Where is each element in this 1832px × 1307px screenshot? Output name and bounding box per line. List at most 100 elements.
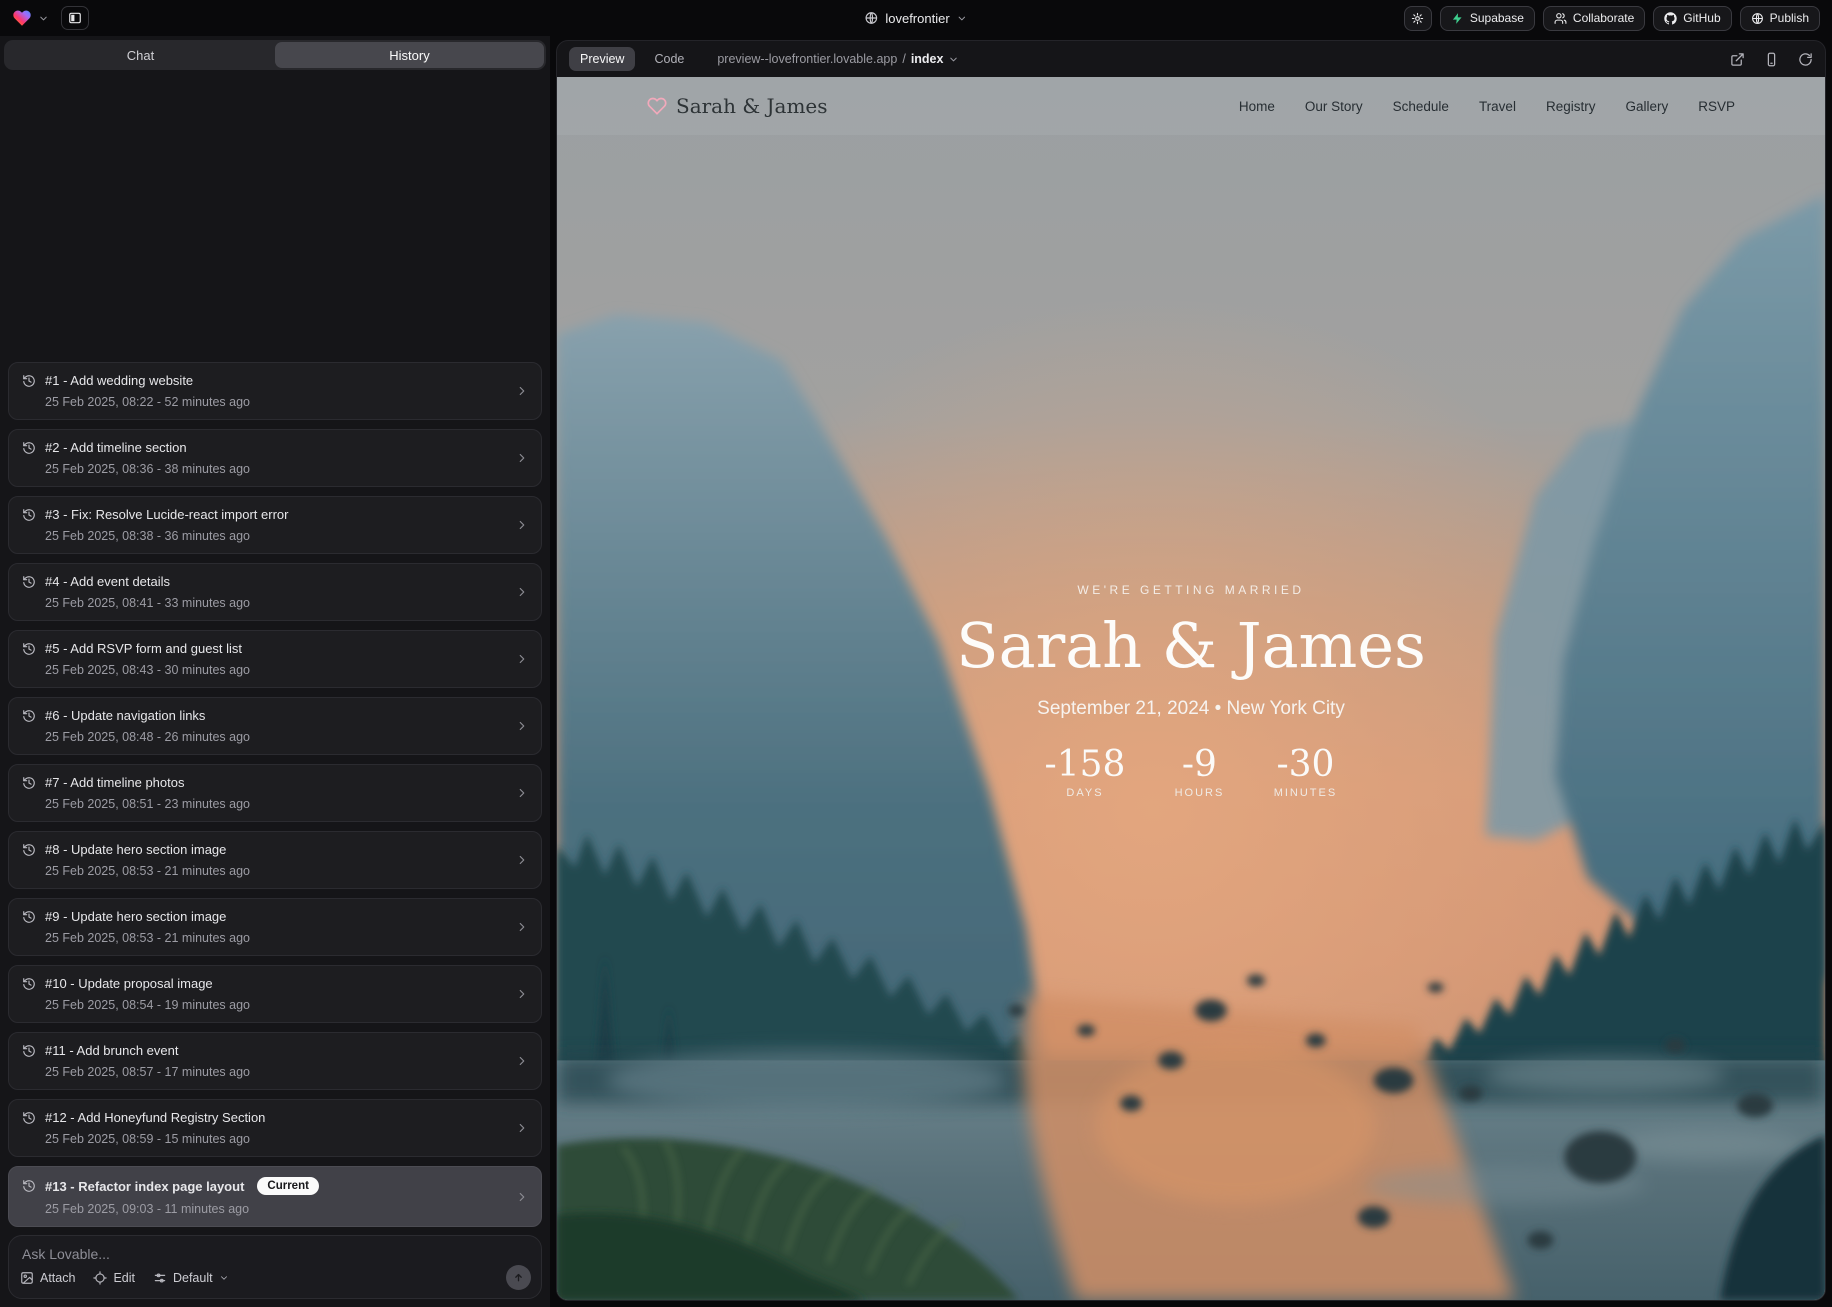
- history-item-5[interactable]: #5 - Add RSVP form and guest list 25 Feb…: [8, 630, 542, 688]
- chevron-down-icon: [219, 1273, 229, 1283]
- nav-our-story[interactable]: Our Story: [1305, 99, 1363, 114]
- site-logo[interactable]: Sarah & James: [647, 94, 828, 118]
- project-switcher[interactable]: lovefrontier: [864, 0, 967, 36]
- chat-composer: Attach Edit Default: [8, 1235, 542, 1299]
- history-item-2[interactable]: #2 - Add timeline section 25 Feb 2025, 0…: [8, 429, 542, 487]
- supabase-label: Supabase: [1470, 11, 1524, 25]
- chevron-right-icon: [515, 719, 529, 733]
- attach-button[interactable]: Attach: [20, 1271, 75, 1285]
- chevron-right-icon: [515, 853, 529, 867]
- arrow-up-icon: [512, 1271, 525, 1284]
- history-item-timestamp: 25 Feb 2025, 08:57 - 17 minutes ago: [22, 1065, 505, 1079]
- chevron-right-icon: [515, 451, 529, 465]
- history-item-title: #10 - Update proposal image: [45, 976, 213, 991]
- history-item-title: #4 - Add event details: [45, 574, 170, 589]
- supabase-button[interactable]: Supabase: [1440, 6, 1535, 31]
- image-icon: [20, 1271, 34, 1285]
- history-item-9[interactable]: #9 - Update hero section image 25 Feb 20…: [8, 898, 542, 956]
- countdown-days-label: DAYS: [1045, 787, 1126, 799]
- chevron-right-icon: [515, 1121, 529, 1135]
- supabase-bolt-icon: [1451, 12, 1464, 25]
- ask-lovable-input[interactable]: [22, 1246, 528, 1262]
- github-button[interactable]: GitHub: [1653, 6, 1731, 31]
- hero-eyebrow: WE'RE GETTING MARRIED: [557, 583, 1825, 597]
- history-item-6[interactable]: #6 - Update navigation links 25 Feb 2025…: [8, 697, 542, 755]
- countdown-days-value: -158: [1045, 747, 1126, 783]
- history-icon: [22, 910, 36, 924]
- history-item-title: #8 - Update hero section image: [45, 842, 226, 857]
- nav-home[interactable]: Home: [1239, 99, 1275, 114]
- nav-travel[interactable]: Travel: [1479, 99, 1516, 114]
- history-icon: [22, 843, 36, 857]
- history-icon: [22, 1179, 36, 1193]
- nav-registry[interactable]: Registry: [1546, 99, 1596, 114]
- history-icon: [22, 374, 36, 388]
- workspace-chevron-down-icon[interactable]: [38, 13, 49, 24]
- chevron-right-icon: [515, 585, 529, 599]
- chat-sidebar: Chat History #1 - Add wedding website 25…: [0, 36, 550, 1307]
- nav-gallery[interactable]: Gallery: [1625, 99, 1668, 114]
- history-item-10[interactable]: #10 - Update proposal image 25 Feb 2025,…: [8, 965, 542, 1023]
- github-icon: [1664, 12, 1677, 25]
- mobile-view-icon[interactable]: [1764, 52, 1779, 67]
- lovable-logo-heart-icon[interactable]: [12, 8, 32, 28]
- countdown-days: -158 DAYS: [1045, 747, 1126, 799]
- url-divider: /: [902, 52, 905, 66]
- preview-panel: Preview Code preview--lovefrontier.lovab…: [556, 40, 1826, 1301]
- nav-schedule[interactable]: Schedule: [1393, 99, 1449, 114]
- countdown-minutes-label: MINUTES: [1273, 787, 1337, 799]
- sidebar-toggle-button[interactable]: [61, 6, 89, 30]
- history-item-title: #13 - Refactor index page layout: [45, 1179, 244, 1194]
- history-list: #1 - Add wedding website 25 Feb 2025, 08…: [8, 362, 542, 1227]
- history-icon: [22, 1044, 36, 1058]
- history-item-4[interactable]: #4 - Add event details 25 Feb 2025, 08:4…: [8, 563, 542, 621]
- history-item-timestamp: 25 Feb 2025, 08:36 - 38 minutes ago: [22, 462, 505, 476]
- hero-section: WE'RE GETTING MARRIED Sarah & James Sept…: [557, 583, 1825, 799]
- edit-button[interactable]: Edit: [93, 1271, 135, 1285]
- users-icon: [1554, 12, 1567, 25]
- collaborate-button[interactable]: Collaborate: [1543, 6, 1645, 31]
- history-item-title: #2 - Add timeline section: [45, 440, 187, 455]
- publish-label: Publish: [1770, 11, 1809, 25]
- countdown-minutes-value: -30: [1273, 747, 1337, 783]
- history-item-title: #9 - Update hero section image: [45, 909, 226, 924]
- history-item-11[interactable]: #11 - Add brunch event 25 Feb 2025, 08:5…: [8, 1032, 542, 1090]
- history-item-8[interactable]: #8 - Update hero section image 25 Feb 20…: [8, 831, 542, 889]
- site-header: Sarah & James Home Our Story Schedule Tr…: [557, 77, 1825, 135]
- mode-label: Default: [173, 1271, 213, 1285]
- history-item-timestamp: 25 Feb 2025, 08:53 - 21 minutes ago: [22, 931, 505, 945]
- history-icon: [22, 977, 36, 991]
- publish-button[interactable]: Publish: [1740, 6, 1820, 31]
- history-item-title: #1 - Add wedding website: [45, 373, 193, 388]
- panel-left-icon: [68, 11, 82, 25]
- history-item-12[interactable]: #12 - Add Honeyfund Registry Section 25 …: [8, 1099, 542, 1157]
- tab-history[interactable]: History: [275, 42, 544, 68]
- topbar: lovefrontier Supabase Collaborate GitHub…: [0, 0, 1832, 36]
- history-item-timestamp: 25 Feb 2025, 08:51 - 23 minutes ago: [22, 797, 505, 811]
- mode-select-button[interactable]: Default: [153, 1271, 229, 1285]
- sidebar-tabbar: Chat History: [4, 40, 546, 70]
- chevron-right-icon: [515, 384, 529, 398]
- nav-rsvp[interactable]: RSVP: [1698, 99, 1735, 114]
- globe-icon: [864, 11, 878, 25]
- preview-url[interactable]: preview--lovefrontier.lovable.app / inde…: [717, 52, 959, 66]
- tab-chat[interactable]: Chat: [6, 42, 275, 68]
- project-name: lovefrontier: [885, 11, 949, 26]
- history-item-7[interactable]: #7 - Add timeline photos 25 Feb 2025, 08…: [8, 764, 542, 822]
- url-page: index: [911, 52, 944, 66]
- history-item-1[interactable]: #1 - Add wedding website 25 Feb 2025, 08…: [8, 362, 542, 420]
- settings-button[interactable]: [1404, 6, 1432, 31]
- countdown: -158 DAYS -9 HOURS -30 MINUTES: [557, 747, 1825, 799]
- history-item-3[interactable]: #3 - Fix: Resolve Lucide-react import er…: [8, 496, 542, 554]
- history-item-13-current[interactable]: #13 - Refactor index page layoutCurrent …: [8, 1166, 542, 1227]
- chevron-right-icon: [515, 786, 529, 800]
- chevron-down-icon: [957, 13, 968, 24]
- history-item-title: #7 - Add timeline photos: [45, 775, 184, 790]
- hero-title: Sarah & James: [557, 615, 1825, 677]
- tab-code[interactable]: Code: [643, 47, 695, 71]
- countdown-minutes: -30 MINUTES: [1273, 747, 1337, 799]
- refresh-icon[interactable]: [1798, 52, 1813, 67]
- tab-preview[interactable]: Preview: [569, 47, 635, 71]
- open-external-icon[interactable]: [1730, 52, 1745, 67]
- send-button[interactable]: [506, 1265, 531, 1290]
